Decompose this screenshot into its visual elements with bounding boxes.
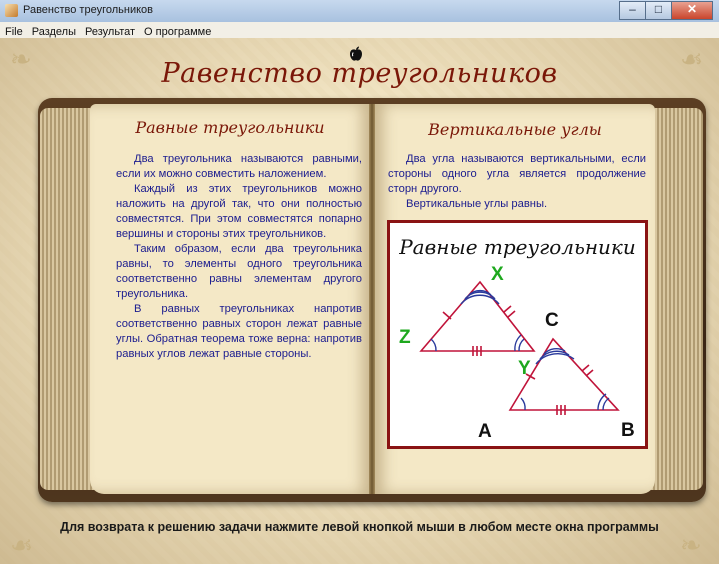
vertex-label-b: B [621, 420, 635, 441]
menu-sections[interactable]: Разделы [27, 25, 80, 38]
menu-bar: File Разделы Результат О программе [0, 22, 719, 39]
book-spine [369, 104, 375, 494]
vertex-label-c: C [545, 310, 559, 331]
tick-mark [507, 310, 516, 318]
right-paragraph-1: Два угла называются вертикальными, если … [388, 153, 646, 195]
vertex-label-x: X [491, 264, 504, 285]
vertex-label-y: Y [518, 358, 531, 379]
corner-ornament: ☙ [10, 530, 34, 560]
corner-ornament: ❧ [680, 530, 702, 560]
tick-mark [442, 311, 452, 320]
left-paragraph-2: Каждый из этих треугольников можно налож… [116, 183, 362, 240]
tick-mark [581, 364, 590, 372]
left-paragraph-1: Два треугольника называются равными, есл… [116, 153, 362, 180]
window-title: Равенство треугольников [23, 4, 153, 16]
book-page-edges-right [649, 108, 703, 490]
angle-arc-c [535, 353, 575, 365]
vertex-label-a: A [478, 421, 492, 442]
tick-mark [503, 305, 512, 313]
menu-file[interactable]: File [0, 25, 27, 38]
menu-result[interactable]: Результат [80, 25, 139, 38]
right-paragraph-2: Вертикальные углы равны. [406, 198, 548, 210]
minimize-button[interactable]: – [619, 1, 646, 20]
angle-arc-z [430, 338, 437, 352]
maximize-button[interactable]: □ [645, 1, 672, 20]
equal-triangles-figure: Равные треугольники X Z Y C A B [387, 220, 648, 449]
left-paragraph-3: Таким образом, если два треугольника рав… [116, 243, 362, 300]
angle-arc-y [518, 338, 525, 352]
vertex-label-z: Z [399, 327, 411, 348]
menu-about[interactable]: О программе [139, 25, 215, 38]
right-page-text: Два угла называются вертикальными, если … [388, 152, 646, 212]
book-page-edges-left [40, 108, 96, 490]
triangle-app-icon [5, 4, 18, 17]
triangles-diagram: X Z Y C A B [399, 264, 635, 442]
title-bar: Равенство треугольников – □ ✕ [0, 0, 719, 23]
tick-mark [585, 369, 594, 377]
left-page-text: Два треугольника называются равными, есл… [116, 152, 362, 362]
footer-instruction: Для возврата к решению задачи нажмите ле… [60, 520, 659, 534]
left-paragraph-4: В равных треугольниках напротив соответс… [116, 303, 362, 360]
right-page-heading: Вертикальные углы [428, 120, 602, 139]
page-title: Равенство треугольников [161, 58, 558, 89]
window-controls: – □ ✕ [619, 1, 713, 20]
close-button[interactable]: ✕ [671, 1, 713, 20]
angle-arc-a [520, 397, 526, 411]
left-page-heading: Равные треугольники [135, 118, 325, 137]
